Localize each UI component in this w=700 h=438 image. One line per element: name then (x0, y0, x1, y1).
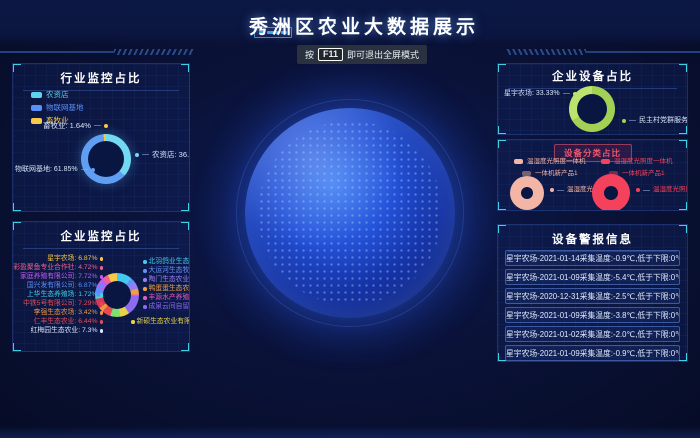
pie-label: 国兴发有限公司: 6.87% (27, 282, 103, 290)
page-title: 秀洲区农业大数据展示 (249, 12, 479, 39)
pie-label-livestock: 畜牧业: 1.64% (43, 121, 108, 130)
category-left-donut-chart[interactable] (510, 176, 544, 210)
pie-label: 彩盈聚鱼专业合作社: 4.72% (13, 264, 103, 272)
tooltip-prefix: 按 (305, 48, 314, 61)
label-dot (636, 188, 640, 192)
label-dot (100, 329, 104, 333)
alert-row: 星宇农场-2021-01-09采集温度:-3.8℃,低于下限:0℃ (505, 307, 680, 323)
f11-key-badge: F11 (318, 48, 343, 61)
dashboard: 秀洲区农业大数据展示 按 F11 即可退出全屏模式 行业监控占比 农资店 物联网… (0, 0, 700, 438)
pie-label: 仁丰生态农业: 6.44% (34, 318, 103, 326)
alert-row: 星宇农场-2021-01-14采集温度:-0.9℃,低于下限:0℃ (505, 250, 680, 266)
header-decor-line-left (0, 49, 194, 55)
label-dot (143, 296, 147, 300)
pie-label: 家庭养殖有限公司: 7.72% (20, 273, 103, 281)
label-dot (143, 305, 147, 309)
fullscreen-tooltip: 按 F11 即可退出全屏模式 (297, 45, 427, 64)
label-dot (91, 168, 95, 172)
device-ratio-panel: 企业设备占比 星宇农场: 33.33% 民主村党群服务中心: (497, 63, 688, 135)
alerts-panel-title: 设备警报信息 (508, 231, 677, 252)
label-dot (100, 257, 104, 261)
label-dot (104, 124, 108, 128)
legend-swatch (31, 105, 42, 111)
header-decor-line-right (506, 49, 700, 55)
pie-label-xingyu: 星宇农场: 33.33% (504, 89, 577, 98)
label-dot (143, 278, 147, 282)
pie-label-store: 农资店: 36.51% (135, 150, 190, 159)
legend-label: 物联网基地 (46, 103, 84, 112)
device-category-panel: 设备分类占比 温湿度光照度一体机 一体机新产品1 温湿度光照度一… 温湿度光照度… (497, 139, 688, 211)
alerts-panel: 设备警报信息 星宇农场-2021-01-14采集温度:-0.9℃,低于下限:0℃… (497, 224, 688, 362)
pie-label: 成泉云间自留地: 15.02% (143, 303, 190, 311)
label-dot (100, 302, 104, 306)
alert-row: 星宇农场-2021-01-02采集温度:-2.0℃,低于下限:0℃ (505, 326, 680, 342)
legend-swatch (601, 159, 610, 164)
footer-glow-band (0, 426, 700, 438)
legend-item[interactable]: 温湿度光照度一体机 (601, 157, 673, 166)
alerts-list: 星宇农场-2021-01-14采集温度:-0.9℃,低于下限:0℃ 星宇农场-2… (505, 250, 680, 361)
industry-donut-chart[interactable] (81, 134, 131, 184)
alert-row: 星宇农场-2021-01-09采集温度:-5.4℃,低于下限:0℃ (505, 269, 680, 285)
legend-item[interactable]: 物联网基地 (31, 103, 84, 112)
enterprise-panel-title: 企业监控占比 (23, 228, 179, 249)
label-dot (622, 119, 626, 123)
category-right-donut-chart[interactable] (592, 174, 630, 211)
label-dot (143, 287, 147, 291)
label-dot (100, 293, 104, 297)
industry-panel: 行业监控占比 农资店 物联网基地 畜牧业 畜牧业: 1.64% 农资店: 36.… (12, 63, 190, 212)
pie-label: 鸭蛋蛋生态农场: 4.29 (143, 285, 190, 293)
pie-label: 李强生态农场: 3.42% (34, 309, 103, 317)
category-right-callout: 温湿度光照度一… (636, 186, 688, 194)
globe (245, 108, 455, 318)
industry-legend: 农资店 物联网基地 畜牧业 (31, 90, 84, 125)
pie-label: 丰源水产养殖专业合作社: 1. (143, 294, 190, 302)
label-dot (131, 320, 135, 324)
tooltip-suffix: 即可退出全屏模式 (347, 48, 419, 61)
label-dot (143, 260, 147, 264)
legend-swatch (514, 159, 523, 164)
label-dot (573, 92, 577, 96)
pie-label-iot: 物联网基地: 61.85% (15, 165, 95, 174)
alert-row: 星宇农场-2021-01-09采集温度:-0.9℃,低于下限:0℃ (505, 345, 680, 361)
legend-swatch (31, 118, 42, 124)
enterprise-panel: 企业监控占比 星宇农场: 6.87% 彩盈聚鱼专业合作社: 4.72% 家庭养殖… (12, 221, 190, 352)
pie-label: 大运河生态牧业有限责任公 (143, 267, 190, 275)
label-dot (550, 188, 554, 192)
pie-label: 星宇农场: 6.87% (47, 255, 103, 263)
legend-swatch (31, 92, 42, 98)
header-bar: 秀洲区农业大数据展示 (0, 0, 700, 46)
label-dot (100, 284, 104, 288)
pie-label: 北羽鸽业生态养殖: 11.16% (143, 258, 190, 266)
pie-label: 红梅园生态农业: 7.3% (31, 327, 103, 335)
alert-row: 星宇农场-2020-12-31采集温度:-2.5℃,低于下限:0℃ (505, 288, 680, 304)
legend-label: 农资店 (46, 90, 69, 99)
legend-item[interactable]: 农资店 (31, 90, 84, 99)
category-left-legend: 温湿度光照度一体机 一体机新产品1 (514, 157, 586, 178)
label-dot (135, 153, 139, 157)
label-dot (143, 269, 147, 273)
label-dot (100, 266, 104, 270)
label-dot (100, 311, 104, 315)
pie-label-minzhucun: 民主村党群服务中心: (622, 116, 688, 125)
label-dot (100, 275, 104, 279)
pie-label: 陶门生态农业科技有限公 (143, 276, 190, 284)
pie-label: 上华生态养殖场: 1.72% (27, 291, 103, 299)
label-dot (100, 320, 104, 324)
legend-item[interactable]: 温湿度光照度一体机 (514, 157, 586, 166)
industry-panel-title: 行业监控占比 (23, 70, 179, 91)
pie-label: 新硕生态农业有限公司: 6.87 (131, 318, 190, 326)
pie-label: 中铁5号有限公司: 7.29% (23, 300, 103, 308)
